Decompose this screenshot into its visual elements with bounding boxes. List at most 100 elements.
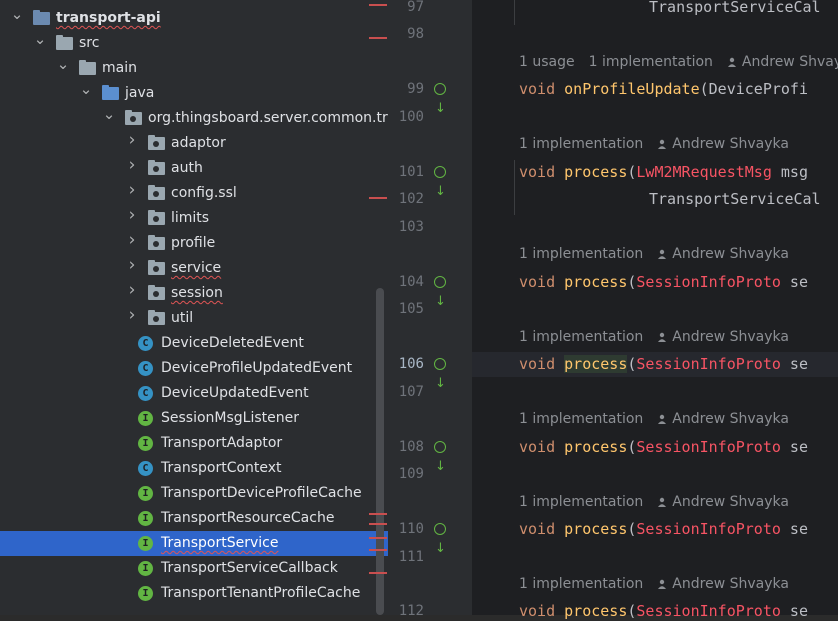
tree-item-label: limits <box>171 210 210 226</box>
code-vision-hint[interactable]: 1 implementation Andrew Shvayka <box>519 245 789 264</box>
tree-item[interactable]: › profile <box>0 231 388 256</box>
tree-item[interactable]: I TransportTenantProfileCache <box>0 581 388 606</box>
line-number: 104 <box>398 274 424 290</box>
error-stripe-mark <box>369 523 387 525</box>
tree-item-selected[interactable]: I TransportService <box>0 531 388 556</box>
indent-guide <box>514 0 515 25</box>
tree-item[interactable]: I TransportDeviceProfileCache <box>0 481 388 506</box>
folder-icon <box>79 60 96 75</box>
tree-item[interactable]: I TransportAdaptor <box>0 431 388 456</box>
tree-item-label: DeviceProfileUpdatedEvent <box>161 360 353 376</box>
interface-icon: I <box>138 536 153 551</box>
module-folder-icon <box>33 10 50 25</box>
tree-item-label: main <box>102 60 137 76</box>
line-number: 112 <box>398 603 424 619</box>
tree-item[interactable]: C DeviceProfileUpdatedEvent <box>0 356 388 381</box>
tree-item-label: TransportResourceCache <box>161 510 335 526</box>
line-number: 101 <box>398 164 424 180</box>
code-line-110: void process(SessionInfoProto se <box>519 520 808 538</box>
tree-item[interactable]: › util <box>0 306 388 331</box>
tree-item[interactable]: › service <box>0 256 388 281</box>
class-icon: C <box>138 336 153 351</box>
code-vision-hint[interactable]: 1 usage1 implementationAndrew Shvayka <box>519 53 838 72</box>
tree-item[interactable]: C DeviceUpdatedEvent <box>0 381 388 406</box>
tree-item-label: TransportAdaptor <box>161 435 283 451</box>
chevron-right-icon[interactable]: › <box>125 207 139 224</box>
tree-item[interactable]: ⌄ main <box>0 56 388 81</box>
chevron-down-icon[interactable]: ⌄ <box>102 106 116 122</box>
line-number: 109 <box>398 466 424 482</box>
chevron-down-icon[interactable]: ⌄ <box>33 31 47 47</box>
chevron-right-icon[interactable]: › <box>125 182 139 199</box>
line-number: 105 <box>398 301 424 317</box>
chevron-right-icon[interactable]: › <box>125 257 139 274</box>
tree-item-label: SessionMsgListener <box>161 410 300 426</box>
tree-item-label: profile <box>171 235 216 251</box>
tree-item[interactable]: ⌄ org.thingsboard.server.common.trans <box>0 106 388 131</box>
person-icon <box>658 332 667 342</box>
line-number-current: 106 <box>398 356 424 372</box>
code-vision-hint[interactable]: 1 implementation Andrew Shvayka <box>519 575 789 594</box>
package-icon <box>148 260 165 275</box>
chevron-right-icon[interactable]: › <box>125 282 139 299</box>
line-number: 100 <box>398 109 424 125</box>
source-root-icon <box>102 85 119 100</box>
code-line-112: void process(SessionInfoProto se <box>519 602 808 620</box>
chevron-right-icon[interactable]: › <box>125 232 139 249</box>
tree-item[interactable]: › adaptor <box>0 131 388 156</box>
tree-item-label: org.thingsboard.server.common.trans <box>148 110 388 126</box>
implemented-method-icon[interactable]: ↓ <box>434 272 454 309</box>
indent-guide <box>514 160 515 215</box>
tree-item-label: config.ssl <box>171 185 237 201</box>
tree-item-label: DeviceDeletedEvent <box>161 335 304 351</box>
code-vision-hint[interactable]: 1 implementation Andrew Shvayka <box>519 410 789 429</box>
project-tree-scrollbar[interactable] <box>376 288 384 615</box>
tree-item[interactable]: › limits <box>0 206 388 231</box>
tree-item[interactable]: › session <box>0 281 388 306</box>
error-stripe-mark <box>369 549 387 551</box>
package-icon <box>148 235 165 250</box>
tree-item[interactable]: I SessionMsgListener <box>0 406 388 431</box>
tree-item[interactable]: ⌄ transport-api <box>0 6 388 31</box>
implemented-method-icon[interactable]: ↓ <box>434 519 454 556</box>
class-icon: C <box>138 386 153 401</box>
code-vision-hint[interactable]: 1 implementation Andrew Shvayka <box>519 135 789 154</box>
package-icon <box>148 185 165 200</box>
tree-item[interactable]: › auth <box>0 156 388 181</box>
chevron-right-icon[interactable]: › <box>125 157 139 174</box>
line-number: 99 <box>407 81 424 97</box>
tree-item-label: adaptor <box>171 135 226 151</box>
code-vision-hint[interactable]: 1 implementation Andrew Shvayka <box>519 328 789 347</box>
chevron-down-icon[interactable]: ⌄ <box>10 6 24 22</box>
tree-item[interactable]: I TransportResourceCache <box>0 506 388 531</box>
tree-item[interactable]: ⌄ java <box>0 81 388 106</box>
chevron-down-icon[interactable]: ⌄ <box>79 81 93 97</box>
line-number: 98 <box>407 26 424 42</box>
error-stripe-mark <box>369 197 387 199</box>
code-vision-hint[interactable]: 1 implementation Andrew Shvayka <box>519 493 789 512</box>
tree-item[interactable]: ⌄ src <box>0 31 388 56</box>
tree-item[interactable]: C TransportContext <box>0 456 388 481</box>
line-number: 103 <box>398 219 424 235</box>
implemented-method-icon[interactable]: ↓ <box>434 162 454 199</box>
error-stripe-mark <box>369 513 387 515</box>
implemented-method-icon[interactable]: ↓ <box>434 79 454 116</box>
implemented-method-icon[interactable]: ↓ <box>434 354 454 391</box>
tree-item[interactable]: › config.ssl <box>0 181 388 206</box>
interface-icon: I <box>138 411 153 426</box>
tree-item[interactable]: I TransportServiceCallback <box>0 556 388 581</box>
tree-item-label: TransportServiceCallback <box>161 560 338 576</box>
code-line-106: void process(SessionInfoProto se <box>519 355 808 373</box>
chevron-right-icon[interactable]: › <box>125 132 139 149</box>
chevron-down-icon[interactable]: ⌄ <box>56 56 70 72</box>
implemented-method-icon[interactable]: ↓ <box>434 437 454 474</box>
code-line-97: TransportServiceCal <box>649 0 821 16</box>
folder-icon <box>56 35 73 50</box>
chevron-right-icon[interactable]: › <box>125 307 139 324</box>
tree-item-label: java <box>125 85 155 101</box>
tree-item[interactable]: C DeviceDeletedEvent <box>0 331 388 356</box>
package-icon <box>125 110 142 125</box>
class-icon: C <box>138 361 153 376</box>
package-icon <box>148 210 165 225</box>
interface-icon: I <box>138 511 153 526</box>
